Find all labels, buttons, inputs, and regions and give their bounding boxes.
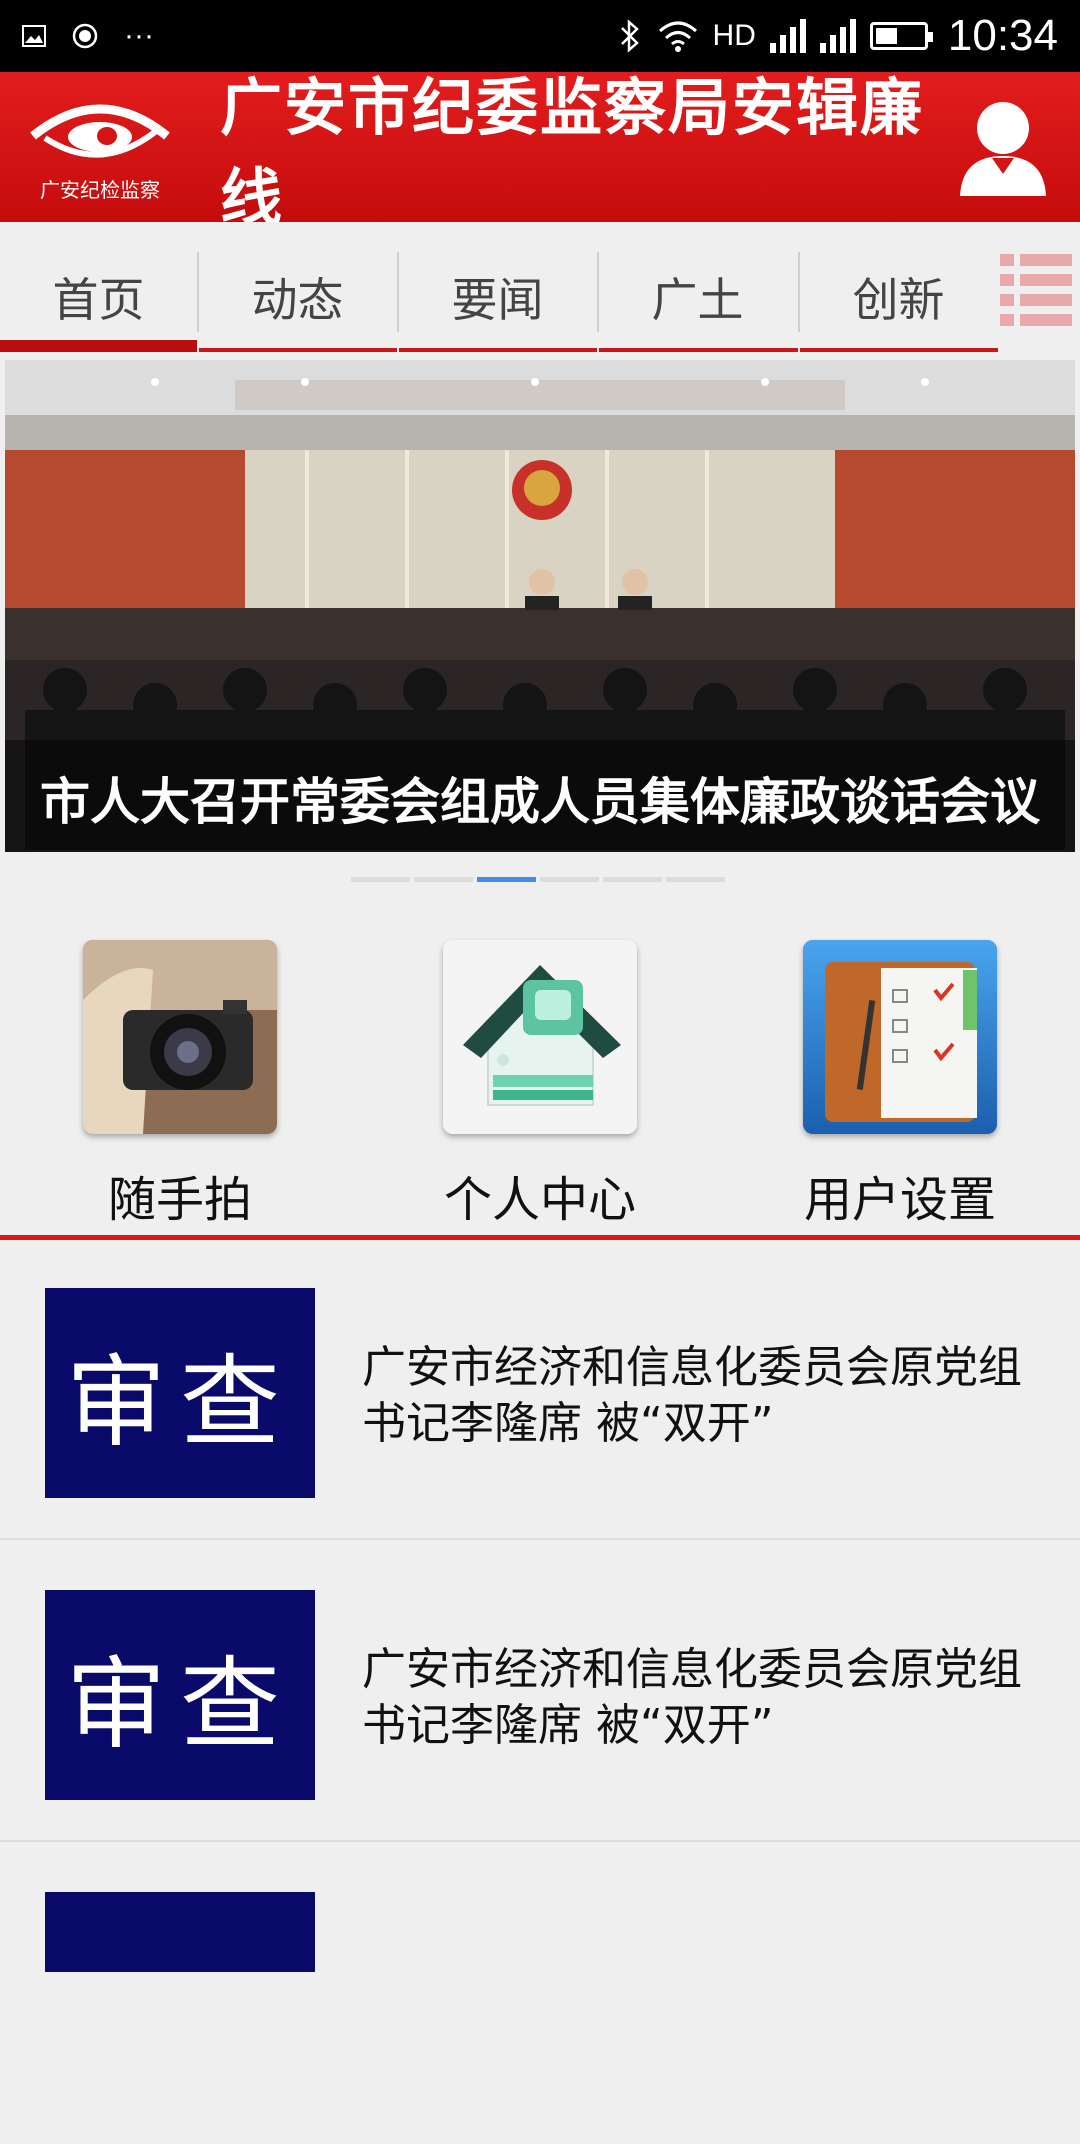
tab-underline [800, 348, 998, 352]
news-list-item-partial[interactable] [0, 1844, 1080, 2144]
tab-underline [199, 348, 397, 352]
quick-actions: 随手拍 个人中心 用户设置 [0, 940, 1080, 1240]
tab-innovation[interactable]: 创新 [800, 252, 997, 342]
tab-news-dynamic[interactable]: 动态 [199, 252, 396, 342]
logo-text: 广安纪检监察 [40, 177, 160, 202]
news-thumbnail: 审查 [45, 1590, 315, 1800]
tab-guangtu[interactable]: 广土 [599, 252, 796, 342]
app-logo: 广安纪检监察 [0, 72, 200, 222]
news-thumbnail [45, 1892, 315, 1972]
quick-action-snapshot[interactable]: 随手拍 [60, 940, 300, 1230]
carousel-dot[interactable] [540, 877, 599, 882]
carousel-page-indicator [351, 877, 725, 882]
quick-action-user-settings[interactable]: 用户设置 [780, 940, 1020, 1230]
quick-action-personal-center[interactable]: 个人中心 [420, 940, 660, 1230]
carousel-dot[interactable] [351, 877, 410, 882]
battery-icon [869, 22, 933, 50]
app-header: 广安纪检监察 广安市纪委监察局安辑廉线 [0, 71, 1080, 234]
quick-action-label: 随手拍 [107, 1172, 252, 1228]
news-list-item[interactable]: 审查 广安市经济和信息化委员会原党组书记李隆席 被“双开” [0, 1542, 1080, 1842]
network-type: HD [712, 19, 756, 52]
news-thumbnail: 审查 [45, 1288, 315, 1498]
tab-underline [399, 348, 597, 352]
more-notifications-icon: ··· [124, 19, 154, 52]
news-title: 广安市经济和信息化委员会原党组书记李隆席 被“双开” [362, 1644, 1022, 1751]
record-icon [72, 23, 98, 49]
tab-underline [599, 348, 798, 352]
news-title: 广安市经济和信息化委员会原党组书记李隆席 被“双开” [362, 1342, 1022, 1449]
category-menu-icon[interactable] [1000, 252, 1072, 326]
carousel-dot[interactable] [414, 877, 473, 882]
app-title: 广安市纪委监察局安辑廉线 [220, 71, 925, 234]
quick-action-label: 个人中心 [443, 1172, 636, 1228]
eye-logo-icon [30, 104, 170, 157]
house-icon [443, 940, 637, 1134]
quick-action-label: 用户设置 [803, 1172, 996, 1228]
active-tab-indicator [0, 340, 197, 352]
carousel-dot[interactable] [603, 877, 662, 882]
tab-headlines[interactable]: 要闻 [399, 252, 596, 342]
bluetooth-icon [620, 19, 639, 53]
user-icon [960, 102, 1046, 196]
carousel-dot-active[interactable] [477, 877, 536, 882]
user-profile-button[interactable] [948, 92, 1058, 202]
news-list-item[interactable]: 审查 广安市经济和信息化委员会原党组书记李隆席 被“双开” [0, 1240, 1080, 1540]
wifi-icon [658, 21, 697, 52]
image-icon [22, 25, 46, 47]
tab-home[interactable]: 首页 [0, 252, 197, 342]
signal-g-icon [819, 19, 856, 53]
category-tabs: 首页 动态 要闻 广土 创新 [0, 222, 1080, 360]
clock: 10:34 [947, 11, 1058, 60]
notebook-icon [803, 940, 997, 1134]
carousel-dot[interactable] [666, 877, 725, 882]
camera-icon [83, 940, 277, 1134]
banner-caption: 市人大召开常委会组成人员集体廉政谈话会议 [40, 773, 1040, 831]
signal-4g-icon [769, 19, 806, 53]
banner-carousel[interactable]: 市人大召开常委会组成人员集体廉政谈话会议 [5, 360, 1075, 852]
